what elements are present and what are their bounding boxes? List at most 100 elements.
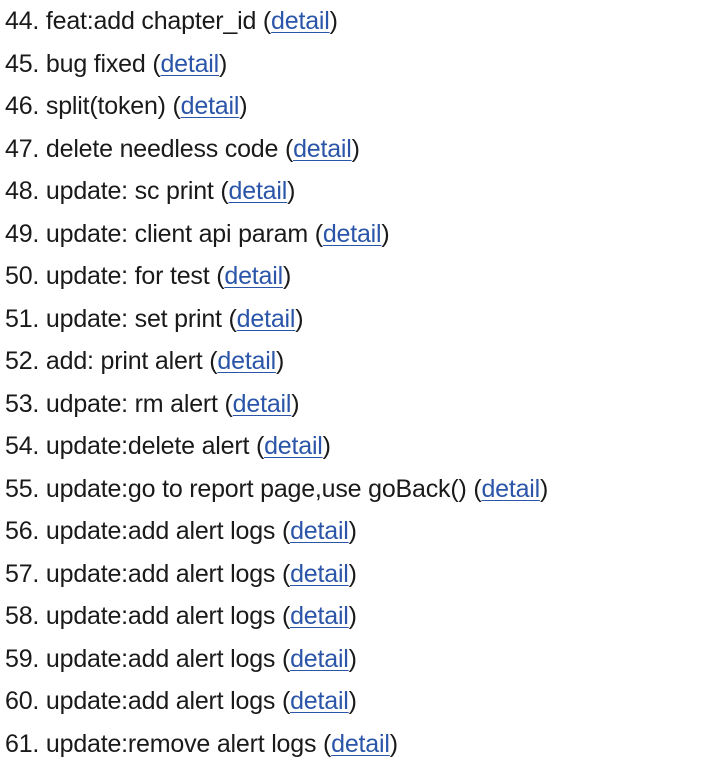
detail-link[interactable]: detail (271, 7, 330, 35)
paren-close: ) (291, 390, 299, 418)
paren-open: ( (275, 517, 290, 545)
change-item: 51. update: set print (detail) (5, 298, 548, 341)
paren-close: ) (349, 687, 357, 715)
change-number: 44. (5, 7, 39, 35)
paren-open: ( (275, 645, 290, 673)
paren-close: ) (349, 602, 357, 630)
change-item: 47. delete needless code (detail) (5, 128, 548, 171)
change-number: 55. (5, 475, 39, 503)
change-message: feat:add chapter_id (46, 7, 256, 35)
detail-link[interactable]: detail (160, 50, 219, 78)
detail-link[interactable]: detail (181, 92, 240, 120)
paren-close: ) (219, 50, 227, 78)
paren-close: ) (349, 560, 357, 588)
paren-close: ) (349, 517, 357, 545)
change-message: update:add alert logs (46, 645, 275, 673)
change-message: update: set print (46, 305, 222, 333)
paren-close: ) (287, 177, 295, 205)
paren-open: ( (275, 602, 290, 630)
paren-open: ( (467, 475, 482, 503)
change-item: 49. update: client api param (detail) (5, 213, 548, 256)
paren-open: ( (308, 220, 323, 248)
change-number: 46. (5, 92, 39, 120)
change-message: add: print alert (46, 347, 203, 375)
detail-link[interactable]: detail (290, 517, 349, 545)
paren-open: ( (146, 50, 161, 78)
change-message: update: client api param (46, 220, 308, 248)
paren-close: ) (390, 730, 398, 758)
detail-link[interactable]: detail (293, 135, 352, 163)
change-item: 46. split(token) (detail) (5, 85, 548, 128)
paren-open: ( (316, 730, 331, 758)
paren-close: ) (276, 347, 284, 375)
change-message: udpate: rm alert (46, 390, 218, 418)
change-number: 53. (5, 390, 39, 418)
change-number: 57. (5, 560, 39, 588)
change-message: update:go to report page,use goBack() (46, 475, 467, 503)
paren-close: ) (352, 135, 360, 163)
paren-close: ) (283, 262, 291, 290)
change-number: 58. (5, 602, 39, 630)
change-number: 49. (5, 220, 39, 248)
change-number: 51. (5, 305, 39, 333)
change-item: 54. update:delete alert (detail) (5, 425, 548, 468)
paren-close: ) (295, 305, 303, 333)
change-message: update:add alert logs (46, 602, 275, 630)
change-item: 45. bug fixed (detail) (5, 43, 548, 86)
change-item: 53. udpate: rm alert (detail) (5, 383, 548, 426)
change-number: 61. (5, 730, 39, 758)
paren-open: ( (218, 390, 233, 418)
detail-link[interactable]: detail (290, 560, 349, 588)
detail-link[interactable]: detail (290, 602, 349, 630)
paren-close: ) (239, 92, 247, 120)
change-message: update: for test (46, 262, 210, 290)
detail-link[interactable]: detail (331, 730, 390, 758)
detail-link[interactable]: detail (229, 177, 288, 205)
change-item: 57. update:add alert logs (detail) (5, 553, 548, 596)
change-item: 60. update:add alert logs (detail) (5, 680, 548, 723)
detail-link[interactable]: detail (290, 687, 349, 715)
detail-link[interactable]: detail (224, 262, 283, 290)
paren-close: ) (323, 432, 331, 460)
detail-link[interactable]: detail (481, 475, 540, 503)
detail-link[interactable]: detail (237, 305, 296, 333)
detail-link[interactable]: detail (233, 390, 292, 418)
paren-open: ( (209, 262, 224, 290)
change-number: 47. (5, 135, 39, 163)
change-item: 56. update:add alert logs (detail) (5, 510, 548, 553)
change-message: update:add alert logs (46, 517, 275, 545)
change-message: update:add alert logs (46, 560, 275, 588)
detail-link[interactable]: detail (290, 645, 349, 673)
paren-open: ( (275, 560, 290, 588)
paren-open: ( (166, 92, 181, 120)
change-number: 50. (5, 262, 39, 290)
change-item: 48. update: sc print (detail) (5, 170, 548, 213)
change-number: 56. (5, 517, 39, 545)
change-item: 59. update:add alert logs (detail) (5, 638, 548, 681)
paren-open: ( (256, 7, 271, 35)
change-message: split(token) (46, 92, 166, 120)
change-list: 44. feat:add chapter_id (detail)45. bug … (5, 0, 548, 765)
change-item: 55. update:go to report page,use goBack(… (5, 468, 548, 511)
detail-link[interactable]: detail (217, 347, 276, 375)
change-message: update:delete alert (46, 432, 249, 460)
change-number: 54. (5, 432, 39, 460)
change-number: 59. (5, 645, 39, 673)
change-message: update: sc print (46, 177, 214, 205)
paren-open: ( (203, 347, 218, 375)
detail-link[interactable]: detail (323, 220, 382, 248)
change-number: 52. (5, 347, 39, 375)
paren-open: ( (214, 177, 229, 205)
change-item: 58. update:add alert logs (detail) (5, 595, 548, 638)
paren-close: ) (381, 220, 389, 248)
change-message: update:add alert logs (46, 687, 275, 715)
paren-close: ) (540, 475, 548, 503)
paren-close: ) (330, 7, 338, 35)
change-message: bug fixed (46, 50, 146, 78)
detail-link[interactable]: detail (264, 432, 323, 460)
change-number: 45. (5, 50, 39, 78)
change-item: 52. add: print alert (detail) (5, 340, 548, 383)
change-item: 50. update: for test (detail) (5, 255, 548, 298)
paren-open: ( (249, 432, 264, 460)
paren-open: ( (278, 135, 293, 163)
